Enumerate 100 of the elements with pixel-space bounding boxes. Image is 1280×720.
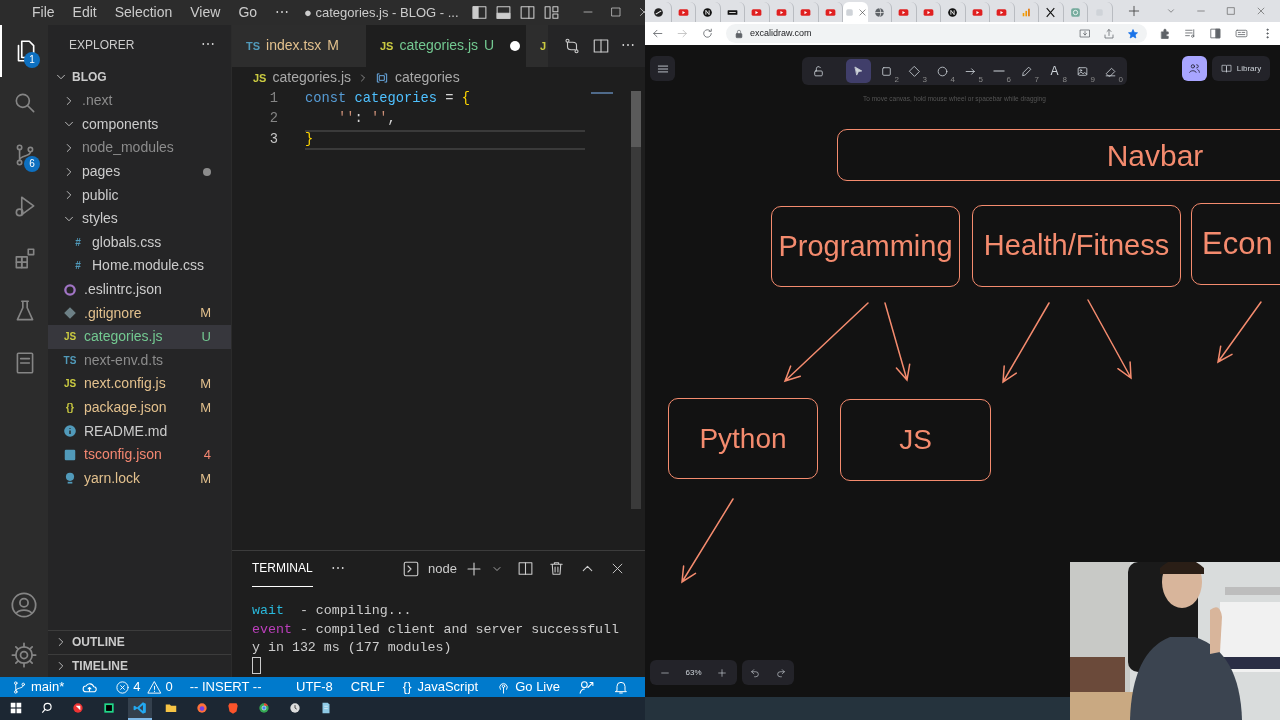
puzzle-icon[interactable] (1159, 27, 1172, 40)
tool-button[interactable] (846, 59, 871, 83)
install-icon[interactable] (1079, 27, 1091, 40)
tree-item[interactable]: .eslintrc.json (48, 277, 231, 302)
tool-button[interactable]: 6 (986, 59, 1011, 83)
menu-item[interactable]: Selection (105, 2, 182, 23)
split-layout-icon[interactable] (518, 4, 536, 21)
tree-item[interactable]: components (48, 112, 231, 137)
terminal-icon (402, 559, 421, 578)
collaborate-button[interactable] (1182, 56, 1207, 81)
tree-item[interactable]: TS next-env.d.ts (48, 348, 231, 373)
panel-tab[interactable]: TERMINAL (252, 550, 313, 587)
tree-item[interactable]: README.md (48, 419, 231, 443)
tree-item[interactable]: # Home.module.css (48, 254, 231, 278)
zoom-in-icon[interactable] (717, 667, 727, 678)
media-icon[interactable] (1184, 27, 1197, 40)
window-title: ● categories.js - BLOG - ... (304, 3, 459, 22)
problems-status[interactable]: 4 0 (115, 677, 173, 697)
tree-item[interactable]: node_modules (48, 136, 231, 160)
terminal-name[interactable]: node (428, 559, 457, 579)
split-terminal-icon[interactable] (517, 560, 534, 578)
zoom-level[interactable]: 63% (680, 666, 707, 679)
tool-button[interactable]: 7 (1014, 59, 1039, 83)
split-editor-icon[interactable] (592, 36, 610, 55)
breadcrumb-item[interactable]: categories (395, 67, 460, 89)
settings-icon[interactable] (10, 641, 38, 670)
menu-item[interactable]: Edit (63, 2, 106, 23)
branch-icon (12, 679, 27, 695)
tree-item[interactable]: {} package.json M (48, 395, 231, 420)
library-button[interactable]: Library (1212, 56, 1270, 81)
tree-item[interactable]: styles (48, 206, 231, 231)
tool-button[interactable]: 5 (958, 59, 983, 83)
tool-button[interactable]: 3 (902, 59, 927, 83)
file-type-icon: J (540, 37, 547, 55)
tool-button[interactable]: 9 (1070, 59, 1095, 83)
more-actions[interactable]: ⋯ (330, 558, 345, 580)
file-name: .gitignore (84, 303, 143, 323)
terminal-line: wait - compiling... (252, 601, 413, 620)
back-icon[interactable] (651, 27, 664, 40)
status-item[interactable]: -- INSERT -- (189, 677, 262, 697)
more-actions[interactable]: ⋯ (621, 35, 635, 57)
code-editor-icon (102, 700, 116, 715)
tool-button[interactable]: 2 (874, 59, 899, 83)
reload-icon[interactable] (701, 27, 714, 40)
search-icon (40, 700, 54, 715)
star-icon[interactable] (1127, 27, 1139, 40)
maximize-icon[interactable] (1226, 6, 1236, 16)
menu-item[interactable]: Go (229, 2, 267, 23)
activity-button[interactable]: 6 (0, 128, 48, 181)
folder-name: public (82, 185, 120, 205)
menu-item[interactable]: ⋯ (266, 2, 299, 23)
compare-changes-icon[interactable] (563, 36, 581, 55)
sidebar-icon[interactable] (1209, 27, 1222, 40)
folder-name: pages (82, 162, 122, 182)
sidebar-layout-icon[interactable] (470, 4, 488, 21)
tree-item[interactable]: tsconfig.json 4 (48, 442, 231, 467)
language-status[interactable]: {} JavaScript (402, 677, 479, 697)
globe-icon (872, 5, 886, 19)
menu-item[interactable]: File (23, 2, 64, 23)
breadcrumb-item[interactable]: categories.js (272, 67, 352, 89)
panel-layout-icon[interactable] (494, 4, 512, 21)
menu-button[interactable] (650, 56, 675, 81)
branch-status[interactable]: main* (12, 677, 65, 697)
more-actions[interactable]: ⋯ (201, 34, 215, 56)
tree-item[interactable]: JS categories.js U (48, 324, 231, 349)
editor-tab[interactable]: JS categories.js U (366, 24, 526, 67)
tree-item[interactable]: JS next.config.js M (48, 372, 231, 396)
profile-icon[interactable] (1234, 27, 1249, 40)
go-live-label: Go Live (515, 678, 560, 697)
trash-icon[interactable] (548, 560, 565, 578)
diagram-box: JS (840, 399, 991, 481)
tree-item[interactable]: .gitignore M (48, 301, 231, 325)
layout-grid-icon[interactable] (542, 4, 560, 21)
undo-icon[interactable] (750, 667, 760, 678)
taskbar-button[interactable] (128, 697, 152, 720)
tree-item[interactable]: # globals.css (48, 230, 231, 255)
editor-tab[interactable]: TS index.tsx M (232, 24, 366, 67)
go-live-status[interactable]: Go Live (496, 677, 560, 697)
pointer-icon (852, 64, 865, 78)
status-item[interactable]: CRLF (350, 677, 385, 697)
feedback-icon[interactable] (578, 678, 595, 696)
address-bar[interactable]: excalidraw.com (726, 24, 1147, 43)
tool-button[interactable]: A 8 (1042, 59, 1067, 83)
tool-button[interactable]: 4 (930, 59, 955, 83)
tree-item[interactable]: public (48, 183, 231, 207)
menu-item[interactable]: View (181, 2, 230, 23)
file-type-icon: JS (253, 69, 267, 87)
root-folder[interactable]: BLOG (48, 64, 231, 89)
maximize-icon[interactable] (609, 6, 622, 19)
editor-tab[interactable]: J (526, 24, 548, 67)
account-icon[interactable] (10, 591, 38, 620)
tool-button[interactable]: 0 (1098, 59, 1123, 83)
status-item[interactable]: UTF-8 (296, 677, 333, 697)
tree-item[interactable]: yarn.lock M (48, 466, 231, 491)
bell-icon[interactable] (613, 679, 629, 695)
redo-icon[interactable] (776, 667, 786, 678)
section-header[interactable]: OUTLINE (48, 630, 231, 654)
tree-item[interactable]: .next (48, 88, 231, 113)
share-icon[interactable] (1103, 27, 1115, 40)
tree-item[interactable]: pages (48, 159, 231, 184)
